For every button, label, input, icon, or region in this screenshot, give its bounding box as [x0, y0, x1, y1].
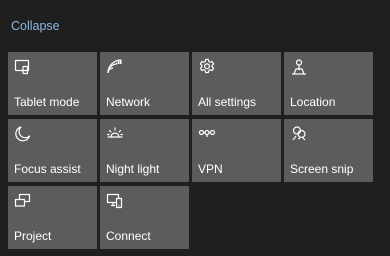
- gear-icon: [198, 58, 216, 76]
- tile-label: Connect: [106, 229, 151, 243]
- tile-project[interactable]: Project: [8, 186, 97, 249]
- tile-connect[interactable]: Connect: [100, 186, 189, 249]
- tile-label: Network: [106, 95, 151, 109]
- tile-label: Location: [290, 95, 336, 109]
- network-icon: [106, 58, 124, 76]
- sun-icon: [106, 125, 124, 143]
- tile-label: Project: [14, 229, 52, 243]
- screen-snip-icon: [290, 125, 308, 143]
- tile-tablet-mode[interactable]: Tablet mode: [8, 52, 97, 115]
- moon-icon: [14, 125, 32, 143]
- collapse-link[interactable]: Collapse: [11, 18, 60, 34]
- tile-location[interactable]: Location: [284, 52, 373, 115]
- tile-label: VPN: [198, 162, 223, 176]
- tile-focus-assist[interactable]: Focus assist: [8, 119, 97, 182]
- tile-network[interactable]: Network: [100, 52, 189, 115]
- project-icon: [14, 192, 32, 210]
- tile-all-settings[interactable]: All settings: [192, 52, 281, 115]
- tile-label: Focus assist: [14, 162, 81, 176]
- tablet-mode-icon: [14, 58, 32, 76]
- tile-label: All settings: [198, 95, 257, 109]
- tile-vpn[interactable]: VPN: [192, 119, 281, 182]
- tile-label: Screen snip: [290, 162, 354, 176]
- tile-night-light[interactable]: Night light: [100, 119, 189, 182]
- tile-label: Night light: [106, 162, 160, 176]
- tile-screen-snip[interactable]: Screen snip: [284, 119, 373, 182]
- tile-label: Tablet mode: [14, 95, 80, 109]
- connect-icon: [106, 192, 124, 210]
- location-icon: [290, 58, 308, 76]
- quick-actions-grid: Tablet mode Network All settings Locatio…: [8, 52, 373, 249]
- vpn-icon: [198, 125, 216, 143]
